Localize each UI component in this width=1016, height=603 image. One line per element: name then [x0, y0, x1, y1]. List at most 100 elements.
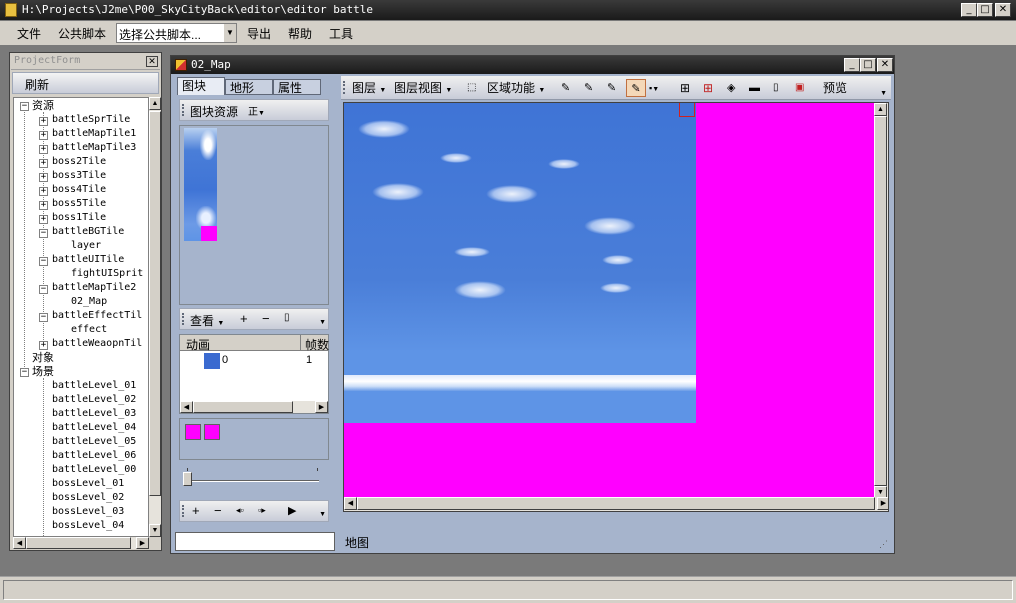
- region-tool-icon[interactable]: ⬚: [467, 79, 476, 97]
- tree-item[interactable]: fightUISprit: [71, 267, 143, 281]
- tree-item[interactable]: battleMapTile3: [52, 141, 136, 155]
- collapse-icon[interactable]: −: [39, 257, 48, 266]
- tile-preview-area[interactable]: [179, 125, 329, 305]
- scroll-left-arrow[interactable]: ◀: [344, 497, 357, 510]
- edit-tool-1-icon[interactable]: ✎: [561, 79, 570, 97]
- frame-thumb[interactable]: [204, 424, 220, 440]
- resize-grip-icon[interactable]: ⋰: [879, 539, 888, 550]
- map-horizontal-scrollbar[interactable]: ◀ ▶: [344, 497, 888, 511]
- tab-tiles[interactable]: 图块: [177, 77, 225, 95]
- menu-help[interactable]: 帮助: [288, 25, 312, 42]
- tree-item[interactable]: battleLevel_00: [52, 463, 136, 477]
- bar-icon[interactable]: ▬: [749, 79, 760, 97]
- refresh-button[interactable]: 刷新: [12, 72, 159, 94]
- tab-terrain[interactable]: 地形: [225, 79, 273, 95]
- preview-button[interactable]: 预览: [823, 79, 847, 97]
- tree-item[interactable]: bossLevel_01: [52, 477, 124, 491]
- menu-file[interactable]: 文件: [17, 25, 41, 42]
- anim-col-frames[interactable]: 帧数: [305, 336, 329, 353]
- scroll-right-arrow[interactable]: ▶: [877, 497, 888, 510]
- tree-node-resources[interactable]: 资源: [32, 99, 54, 113]
- tree-item[interactable]: boss4Tile: [52, 183, 106, 197]
- tree-item[interactable]: battleEffectTil: [52, 309, 142, 323]
- scroll-thumb[interactable]: [193, 401, 293, 413]
- menu-export[interactable]: 导出: [247, 25, 271, 42]
- tile-source-select[interactable]: 正▼: [248, 103, 265, 118]
- expand-icon[interactable]: +: [39, 215, 48, 224]
- grid-icon[interactable]: ⊞: [680, 79, 690, 97]
- scroll-thumb[interactable]: [149, 111, 161, 496]
- anim-col-name[interactable]: 动画: [186, 336, 210, 353]
- tree-item[interactable]: layer: [71, 239, 101, 253]
- region-dropdown[interactable]: 区域功能 ▼: [487, 79, 545, 97]
- maximize-button[interactable]: □: [977, 3, 993, 17]
- tree-item[interactable]: battleLevel_02: [52, 393, 136, 407]
- edit-tool-3-icon[interactable]: ✎: [607, 79, 616, 97]
- collapse-icon[interactable]: −: [20, 102, 29, 111]
- collapse-icon[interactable]: −: [39, 313, 48, 322]
- tree-item[interactable]: battleLevel_04: [52, 421, 136, 435]
- tree-item[interactable]: effect: [71, 323, 107, 337]
- tree-item[interactable]: battleSprTile: [52, 113, 130, 127]
- expand-icon[interactable]: +: [39, 131, 48, 140]
- delete-icon[interactable]: ▯: [284, 312, 290, 323]
- scroll-up-arrow[interactable]: ▲: [149, 97, 161, 110]
- overflow-icon[interactable]: ▼: [319, 319, 326, 326]
- tree-item[interactable]: boss5Tile: [52, 197, 106, 211]
- expand-icon[interactable]: +: [39, 187, 48, 196]
- overflow-icon[interactable]: ▼: [880, 90, 887, 97]
- tree-item[interactable]: bossLevel_02: [52, 491, 124, 505]
- frame-slider[interactable]: [181, 468, 321, 488]
- tree-node-scenes[interactable]: 场景: [32, 365, 54, 379]
- tree-item[interactable]: bossLevel_04: [52, 519, 124, 533]
- remove-frame-icon[interactable]: −: [214, 503, 222, 518]
- remove-icon[interactable]: −: [262, 311, 270, 326]
- scroll-right-arrow[interactable]: ▶: [315, 401, 328, 413]
- tree-item[interactable]: boss1Tile: [52, 211, 106, 225]
- add-frame-icon[interactable]: +: [192, 503, 200, 518]
- scroll-right-arrow[interactable]: ▶: [136, 537, 149, 549]
- map-vertical-scrollbar[interactable]: ▲ ▼: [874, 103, 888, 499]
- edit-tool-2-icon[interactable]: ✎: [584, 79, 593, 97]
- edit-tool-4-icon[interactable]: ✎: [626, 79, 646, 97]
- chevron-down-icon[interactable]: ▼: [224, 24, 236, 42]
- scroll-thumb[interactable]: [357, 497, 875, 510]
- map-close-button[interactable]: ✕: [877, 58, 893, 72]
- minimize-button[interactable]: _: [961, 3, 977, 17]
- close-button[interactable]: ✕: [995, 3, 1011, 17]
- tree-item[interactable]: boss3Tile: [52, 169, 106, 183]
- red-tile-icon[interactable]: ▣: [795, 79, 804, 97]
- layer-view-dropdown[interactable]: 图层视图 ▼: [394, 79, 452, 97]
- frame-thumb[interactable]: [185, 424, 201, 440]
- tree-item[interactable]: battleWeaopnTil: [52, 337, 142, 351]
- tree-item[interactable]: battleLevel_03: [52, 407, 136, 421]
- tree-item[interactable]: battleUITile: [52, 253, 124, 267]
- tree-vertical-scrollbar[interactable]: ▲ ▼: [149, 97, 161, 537]
- tree-item[interactable]: battleLevel_01: [52, 379, 136, 393]
- tab-properties[interactable]: 属性: [273, 79, 321, 95]
- tree-item[interactable]: 02_Map: [71, 295, 107, 309]
- tree-item[interactable]: battleBGTile: [52, 225, 124, 239]
- tree-item[interactable]: boss2Tile: [52, 155, 106, 169]
- move-left-icon[interactable]: ◂▫: [236, 505, 244, 516]
- expand-icon[interactable]: +: [39, 117, 48, 126]
- tile-icon[interactable]: ▯: [773, 79, 779, 97]
- tree-item[interactable]: battleLevel_06: [52, 449, 136, 463]
- tree-item[interactable]: bossLevel_03: [52, 505, 124, 519]
- map-canvas[interactable]: ▲ ▼ ◀ ▶: [343, 102, 889, 512]
- overflow-icon[interactable]: ▼: [319, 511, 326, 518]
- tree-item[interactable]: battleMapTile2: [52, 281, 136, 295]
- menu-tools[interactable]: 工具: [329, 25, 353, 42]
- layer-dropdown[interactable]: 图层 ▼: [352, 79, 386, 97]
- scroll-thumb[interactable]: [874, 116, 887, 486]
- anim-row[interactable]: 0 1: [180, 352, 328, 369]
- close-icon[interactable]: ✕: [146, 56, 158, 67]
- anim-horizontal-scrollbar[interactable]: ◀ ▶: [180, 401, 328, 413]
- slider-thumb[interactable]: [183, 472, 192, 486]
- expand-icon[interactable]: +: [39, 201, 48, 210]
- collapse-icon[interactable]: −: [39, 285, 48, 294]
- collapse-icon[interactable]: −: [39, 229, 48, 238]
- map-minimize-button[interactable]: _: [844, 58, 860, 72]
- map-maximize-button[interactable]: □: [860, 58, 876, 72]
- tree-item[interactable]: battleLevel_05: [52, 435, 136, 449]
